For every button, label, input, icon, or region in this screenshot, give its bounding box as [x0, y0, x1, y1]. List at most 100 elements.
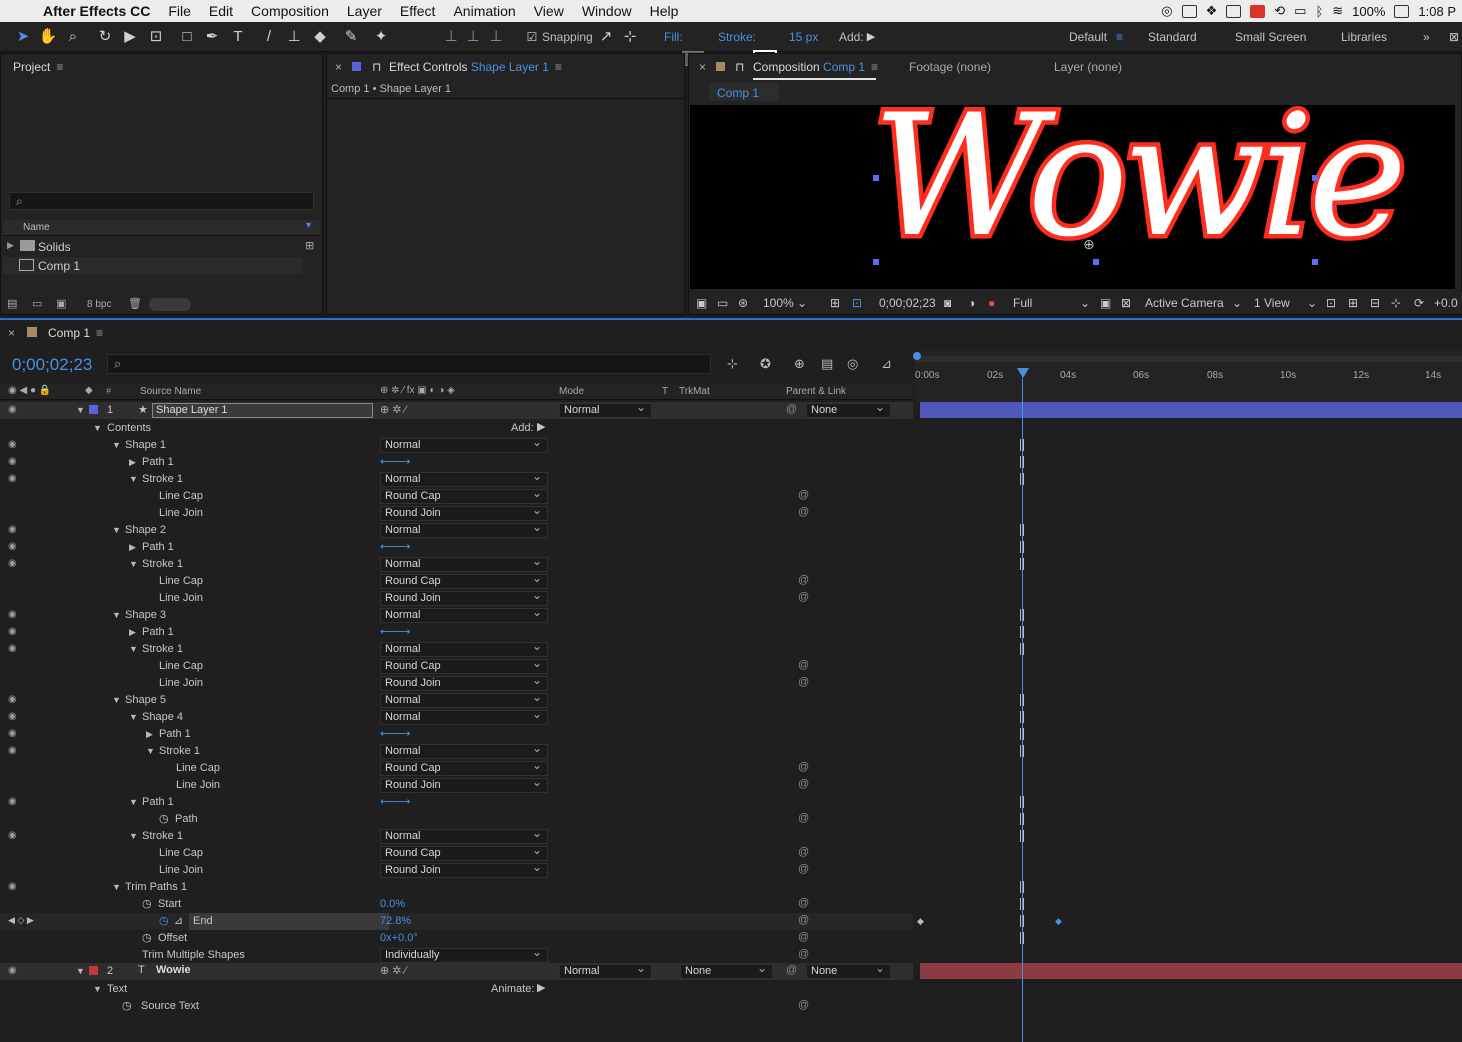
- property-row[interactable]: Line Join Round Join @: [0, 776, 913, 794]
- eye-icon[interactable]: ◉: [8, 558, 17, 569]
- eraser-tool-icon[interactable]: ◆: [309, 26, 331, 48]
- eye-icon[interactable]: ◉: [8, 796, 17, 807]
- roto-brush-tool-icon[interactable]: ✎: [340, 26, 362, 48]
- playhead-handle[interactable]: [1017, 368, 1029, 378]
- region-of-interest-icon[interactable]: ⊡: [852, 296, 862, 310]
- pickwhip-icon[interactable]: @: [798, 591, 809, 603]
- pickwhip-icon[interactable]: @: [798, 999, 809, 1011]
- property-row[interactable]: Line Cap Round Cap @: [0, 759, 913, 777]
- property-row[interactable]: ◉ ▶ Path 1 ⟵⟶: [0, 539, 1024, 556]
- local-axis-icon[interactable]: ⊥: [440, 26, 462, 48]
- pan-behind-tool-icon[interactable]: ⊡: [145, 26, 167, 48]
- path-direction-icon[interactable]: ⟵⟶: [380, 795, 411, 808]
- mode-dropdown[interactable]: Normal: [559, 962, 652, 979]
- property-row[interactable]: ◉ ▼ Stroke 1 Normal: [0, 827, 1024, 845]
- menu-edit[interactable]: Edit: [200, 3, 242, 19]
- red-app-icon[interactable]: [1250, 4, 1266, 18]
- motion-blur-icon[interactable]: ◎: [847, 356, 858, 372]
- pickwhip-icon[interactable]: @: [798, 574, 809, 586]
- flowchart-icon[interactable]: ⊞: [305, 239, 314, 252]
- property-row[interactable]: Trim Multiple Shapes Individually @: [0, 946, 913, 964]
- comp-navigator-tab[interactable]: Comp 1: [709, 83, 779, 101]
- frame-blending-icon[interactable]: ▤: [821, 356, 833, 372]
- clock[interactable]: 1:08 P: [1418, 4, 1456, 19]
- composition-tab[interactable]: Composition Comp 1 ≡: [753, 60, 878, 74]
- sort-arrow-icon[interactable]: ▾: [306, 220, 311, 231]
- property-row[interactable]: ◀ ◇ ▶ ◷ ⊿ End 72.8% @: [0, 913, 1024, 930]
- property-dropdown[interactable]: Normal: [380, 742, 548, 759]
- property-row[interactable]: ◉ ▼ Shape 4 Normal: [0, 708, 1024, 726]
- pickwhip-icon[interactable]: @: [798, 659, 809, 671]
- search-help-icon[interactable]: ⊠: [1449, 30, 1459, 44]
- pickwhip-icon[interactable]: @: [798, 863, 809, 875]
- expand-arrow-icon[interactable]: ▼: [129, 474, 138, 484]
- menu-animation[interactable]: Animation: [444, 3, 524, 19]
- property-dropdown[interactable]: Round Join: [380, 504, 548, 521]
- property-dropdown[interactable]: Normal: [380, 521, 548, 538]
- app-status-icon[interactable]: [1181, 4, 1197, 18]
- path-direction-icon[interactable]: ⟵⟶: [380, 455, 411, 468]
- property-value[interactable]: 0.0%: [380, 898, 405, 910]
- airplay-icon[interactable]: ▭: [1294, 3, 1306, 19]
- property-row[interactable]: Line Join Round Join @: [0, 589, 913, 607]
- menu-view[interactable]: View: [525, 3, 573, 19]
- trkmat-column[interactable]: TrkMat: [679, 386, 710, 397]
- work-area-start-handle[interactable]: [913, 352, 921, 360]
- switches-icons[interactable]: ⊕ ✲ ⁄: [380, 964, 406, 977]
- snap-grid-icon[interactable]: ⊹: [619, 26, 641, 48]
- flowchart-icon[interactable]: ⊹: [1391, 296, 1401, 310]
- reset-exposure-icon[interactable]: ⟳: [1414, 296, 1424, 310]
- mode-column[interactable]: Mode: [559, 386, 584, 397]
- property-dropdown[interactable]: Round Cap: [380, 487, 548, 504]
- property-row[interactable]: Line Join Round Join @: [0, 861, 913, 879]
- monitor-icon[interactable]: ▭: [717, 296, 728, 310]
- property-row[interactable]: Line Cap Round Cap @: [0, 844, 913, 862]
- t-column[interactable]: T: [662, 386, 668, 397]
- property-dropdown[interactable]: Round Cap: [380, 844, 548, 861]
- snapshot-icon[interactable]: ◙: [944, 296, 951, 310]
- property-dropdown[interactable]: Round Cap: [380, 759, 548, 776]
- layer-row-wowie[interactable]: ◉ ▼ 2 T Wowie ⊕ ✲ ⁄ Normal None @ None: [0, 962, 913, 980]
- property-value[interactable]: 0x+0.0°: [380, 932, 418, 944]
- property-dropdown[interactable]: Normal: [380, 708, 548, 725]
- menu-window[interactable]: Window: [573, 3, 641, 19]
- property-row[interactable]: Line Cap Round Cap @: [0, 572, 913, 590]
- layer-1-duration-bar[interactable]: [920, 402, 1462, 418]
- zoom-tool-icon[interactable]: ⌕: [62, 26, 84, 48]
- eye-icon[interactable]: ◉: [8, 524, 17, 535]
- layer-name[interactable]: Wowie: [156, 964, 191, 976]
- menu-composition[interactable]: Composition: [242, 3, 338, 19]
- clone-stamp-tool-icon[interactable]: ⊥: [283, 26, 305, 48]
- property-row[interactable]: ◉ ▼ Stroke 1 Normal: [0, 640, 1024, 658]
- shy-layers-icon[interactable]: ⊕: [794, 356, 805, 372]
- expand-arrow-icon[interactable]: ▼: [129, 797, 138, 807]
- pickwhip-icon[interactable]: @: [798, 897, 809, 909]
- workspace-small-screen[interactable]: Small Screen: [1235, 30, 1306, 44]
- expand-arrow-icon[interactable]: ▶: [7, 240, 14, 251]
- eye-icon[interactable]: ◉: [8, 694, 17, 705]
- more-workspaces-icon[interactable]: »: [1423, 30, 1430, 44]
- fast-draft-icon[interactable]: ⊞: [1348, 296, 1358, 310]
- property-row[interactable]: ◉ ▼ Shape 3 Normal: [0, 606, 1024, 624]
- menu-file[interactable]: File: [159, 3, 200, 19]
- zoom-dropdown[interactable]: 100% ⌄: [763, 296, 807, 310]
- brush-tool-icon[interactable]: /: [258, 26, 280, 48]
- timeline-search-input[interactable]: ⌕: [107, 354, 711, 374]
- creative-cloud-icon[interactable]: ◎: [1161, 3, 1172, 19]
- expand-arrow-icon[interactable]: ▼: [146, 746, 155, 756]
- menu-app[interactable]: After Effects CC: [34, 3, 159, 19]
- color-channel-icon[interactable]: ●: [988, 296, 995, 310]
- comp-mini-flowchart-icon[interactable]: ⊹: [727, 356, 738, 372]
- viewer-timecode[interactable]: 0;00;02;23: [879, 296, 936, 310]
- parent-link-column[interactable]: Parent & Link: [786, 386, 846, 397]
- workspace-standard[interactable]: Standard: [1148, 30, 1197, 44]
- eye-icon[interactable]: ◉: [8, 711, 17, 722]
- snapping-checkbox[interactable]: ☑: [521, 26, 543, 48]
- wifi-icon[interactable]: ≋: [1332, 3, 1343, 19]
- timeline-tab[interactable]: Comp 1 ≡: [48, 326, 103, 340]
- time-machine-icon[interactable]: ⟲: [1274, 3, 1285, 19]
- eye-icon[interactable]: ◉: [8, 404, 17, 415]
- property-row[interactable]: ◉ ▼ Trim Paths 1: [0, 879, 1024, 896]
- pickwhip-icon[interactable]: @: [786, 964, 797, 976]
- bluetooth-icon[interactable]: ᛒ: [1315, 4, 1323, 19]
